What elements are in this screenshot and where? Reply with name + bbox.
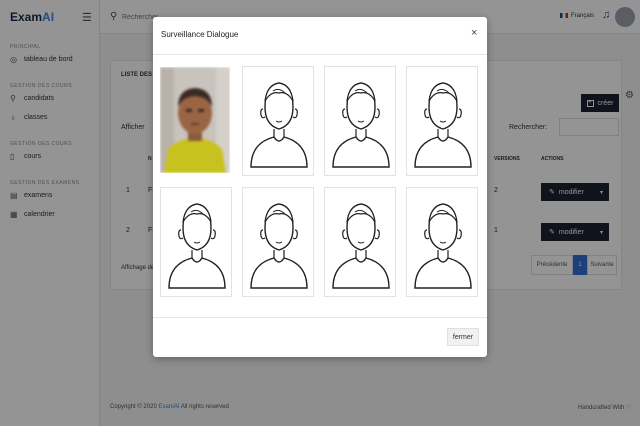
modal-header-divider [153, 54, 487, 55]
modal-title: Surveillance Dialogue [161, 30, 239, 39]
participant-placeholder-tile [242, 66, 314, 176]
participant-placeholder-tile [324, 187, 396, 297]
person-placeholder-icon [414, 82, 472, 168]
participant-placeholder-tile [242, 187, 314, 297]
person-placeholder-icon [250, 203, 308, 289]
person-placeholder-icon [414, 203, 472, 289]
participant-placeholder-tile [406, 187, 478, 297]
surveillance-dialog: Surveillance Dialogue × fermer [153, 17, 487, 357]
person-placeholder-icon [250, 82, 308, 168]
close-icon[interactable]: × [471, 27, 477, 39]
participant-placeholder-tile [406, 66, 478, 176]
modal-footer-divider [153, 317, 487, 318]
camera-photo-tile [160, 67, 230, 173]
person-placeholder-icon [332, 203, 390, 289]
person-placeholder-icon [168, 203, 226, 289]
participant-placeholder-tile [160, 187, 232, 297]
participant-placeholder-tile [324, 66, 396, 176]
candidate-photo [160, 67, 230, 173]
person-placeholder-icon [332, 82, 390, 168]
close-button[interactable]: fermer [447, 328, 479, 346]
